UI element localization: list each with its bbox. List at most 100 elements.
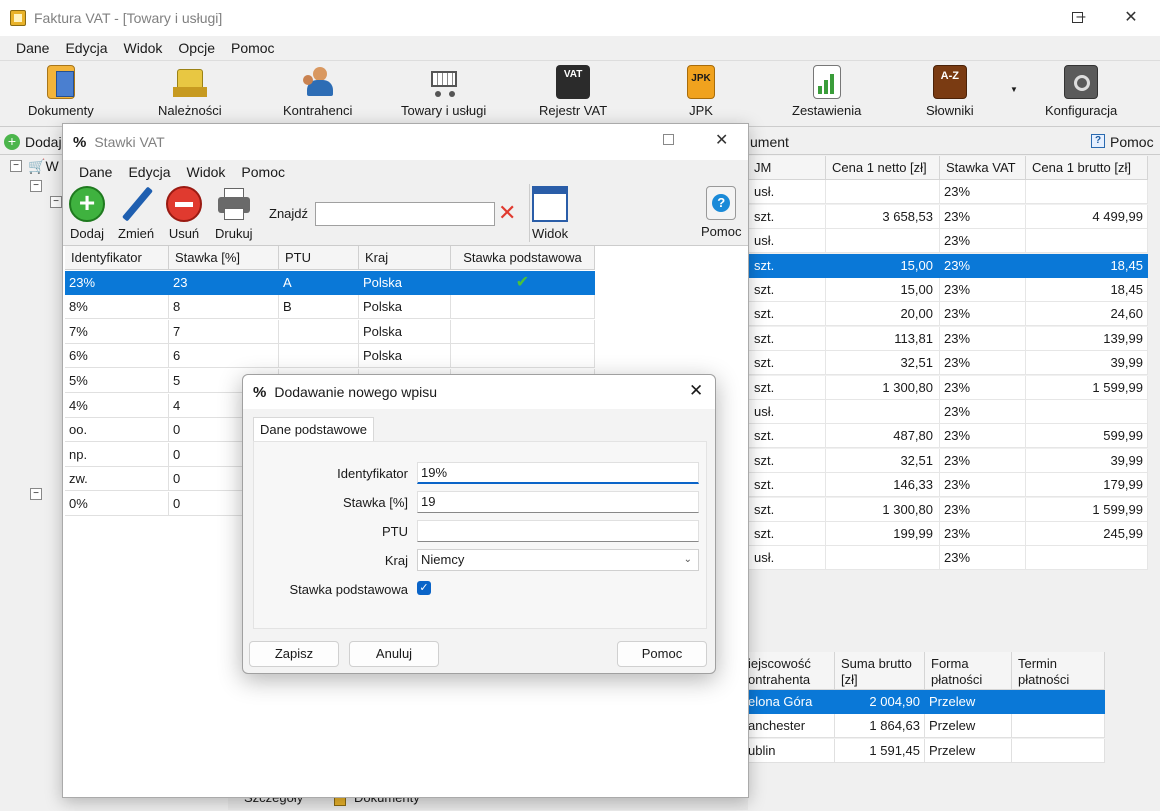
menu-pomoc[interactable]: Pomoc [233, 164, 293, 180]
toolbar-dokumenty[interactable]: Dokumenty [28, 65, 94, 118]
table-row[interactable]: szt. 20,00 23% 24,60 [748, 302, 1148, 327]
table-row[interactable]: 23% 23 A Polska ✔ [65, 270, 595, 295]
cell-miejscowosc: elona Góra [748, 690, 835, 714]
document-button-label[interactable]: ument [750, 134, 789, 150]
cell-stawka: 23% [940, 302, 1026, 327]
menu-pomoc[interactable]: Pomoc [223, 40, 283, 56]
cell-jm: szt. [748, 302, 826, 327]
dialog-title-bar: % Dodawanie nowego wpisu ✕ [243, 375, 715, 409]
close-button[interactable]: ✕ [715, 130, 728, 150]
table-row[interactable]: usł. 23% [748, 400, 1148, 424]
kraj-select[interactable]: Niemcy ⌄ [417, 549, 699, 571]
column-header-netto[interactable]: Cena 1 netto [zł] [826, 156, 940, 180]
table-row[interactable]: szt. 146,33 23% 179,99 [748, 473, 1148, 498]
cell-jm: usł. [748, 180, 826, 205]
table-row[interactable]: szt. 15,00 23% 18,45 [748, 253, 1148, 278]
table-row[interactable]: szt. 199,99 23% 245,99 [748, 522, 1148, 546]
tree-expander[interactable]: − [30, 180, 42, 192]
cell-brutto [1026, 546, 1148, 571]
table-row[interactable]: 7% 7 Polska [65, 319, 595, 344]
table-row[interactable]: szt. 1 300,80 23% 1 599,99 [748, 497, 1148, 522]
drukuj-button[interactable]: Drukuj [215, 186, 253, 241]
column-header-identyfikator[interactable]: Identyfikator [65, 246, 169, 270]
column-header-suma[interactable]: Suma brutto [zł] [835, 652, 925, 690]
menu-widok[interactable]: Widok [179, 164, 234, 180]
menu-widok[interactable]: Widok [116, 40, 171, 56]
cell-brutto [1026, 229, 1148, 254]
find-input[interactable] [315, 202, 495, 226]
column-header-miejscowosc[interactable]: iejscowość ontrahenta [748, 652, 835, 690]
toolbar-kontrahenci[interactable]: Kontrahenci [283, 65, 352, 118]
table-row[interactable]: usł. 23% [748, 180, 1148, 205]
tree-root[interactable]: 🛒W [28, 158, 59, 175]
percent-icon: % [73, 133, 87, 151]
tree-expander[interactable]: − [10, 160, 22, 172]
cell-stawka: 7 [169, 319, 279, 344]
toolbar-slowniki[interactable]: A-Z Słowniki [926, 65, 974, 118]
cell-jm: usł. [748, 229, 826, 254]
toolbar-rejestr-vat[interactable]: VAT Rejestr VAT [539, 65, 607, 118]
column-header-brutto[interactable]: Cena 1 brutto [zł] [1026, 156, 1148, 180]
column-header-stawka[interactable]: Stawka VAT [940, 156, 1026, 180]
table-row[interactable]: szt. 113,81 23% 139,99 [748, 326, 1148, 351]
column-header-stawka[interactable]: Stawka [%] [169, 246, 279, 270]
table-row[interactable]: usł. 23% [748, 229, 1148, 254]
identyfikator-input[interactable]: 19% [417, 462, 699, 484]
pomoc-button[interactable]: ? Pomoc [701, 186, 741, 239]
cell-identyfikator: np. [65, 442, 169, 467]
cell-netto: 32,51 [826, 448, 940, 473]
close-button[interactable]: ✕ [1108, 0, 1154, 34]
toolbar-konfiguracja[interactable]: Konfiguracja [1045, 65, 1117, 118]
tree-expander[interactable]: − [50, 196, 62, 208]
menu-dane[interactable]: Dane [0, 40, 57, 56]
stawka-podstawowa-checkbox[interactable]: ✓ [417, 581, 431, 595]
toolbar-jpk[interactable]: JPK JPK [687, 65, 715, 118]
stawka-input[interactable]: 19 [417, 491, 699, 513]
table-row[interactable]: szt. 15,00 23% 18,45 [748, 278, 1148, 302]
maximize-button[interactable] [663, 134, 674, 145]
tree-expander[interactable]: − [30, 488, 42, 500]
table-row[interactable]: szt. 3 658,53 23% 4 499,99 [748, 204, 1148, 229]
pomoc-button[interactable]: Pomoc [617, 641, 707, 667]
toolbar-naleznosci[interactable]: Należności [158, 65, 222, 118]
tab-dane-podstawowe[interactable]: Dane podstawowe [253, 417, 374, 441]
dodaj-button[interactable]: + Dodaj [69, 186, 105, 241]
column-header-termin[interactable]: Termin płatności [1012, 652, 1105, 690]
table-row[interactable]: usł. 23% [748, 546, 1148, 571]
column-header-jm[interactable]: JM [748, 156, 826, 180]
toolbar-zestawienia[interactable]: Zestawienia [792, 65, 861, 118]
table-row[interactable]: szt. 487,80 23% 599,99 [748, 424, 1148, 449]
menu-dane[interactable]: Dane [63, 164, 120, 180]
ptu-input[interactable] [417, 520, 699, 542]
table-row[interactable]: szt. 32,51 23% 39,99 [748, 448, 1148, 473]
menu-opcje[interactable]: Opcje [170, 40, 223, 56]
anuluj-button[interactable]: Anuluj [349, 641, 439, 667]
column-header-forma[interactable]: Forma płatności [925, 652, 1012, 690]
help-icon: ? [1091, 134, 1105, 148]
dialog-close-button[interactable]: ✕ [689, 381, 703, 401]
dropdown-arrow-icon[interactable]: ▼ [1010, 85, 1018, 94]
table-row[interactable]: 6% 6 Polska [65, 344, 595, 369]
help-button[interactable]: Pomoc [1110, 134, 1154, 150]
table-row[interactable]: szt. 1 300,80 23% 1 599,99 [748, 375, 1148, 400]
add-button[interactable]: Dodaj [25, 134, 62, 150]
menu-edycja[interactable]: Edycja [57, 40, 115, 56]
clear-find-icon[interactable]: ✕ [498, 200, 516, 226]
menu-edycja[interactable]: Edycja [120, 164, 178, 180]
table-row[interactable]: 8% 8 B Polska [65, 295, 595, 320]
maximize-button[interactable] [1054, 0, 1100, 34]
zapisz-button[interactable]: Zapisz [249, 641, 339, 667]
widok-button[interactable]: Widok [532, 186, 568, 241]
usun-button[interactable]: Usuń [166, 186, 202, 241]
column-header-ptu[interactable]: PTU [279, 246, 359, 270]
cart-icon: 🛒 [28, 158, 46, 174]
cell-jm: szt. [748, 351, 826, 376]
column-header-stawka-podstawowa[interactable]: Stawka podstawowa [451, 246, 595, 270]
zmien-button[interactable]: Zmień [118, 186, 154, 241]
cell-jm: szt. [748, 497, 826, 522]
cell-netto: 1 300,80 [826, 497, 940, 522]
cell-stawka: 23% [940, 278, 1026, 302]
column-header-kraj[interactable]: Kraj [359, 246, 451, 270]
table-row[interactable]: szt. 32,51 23% 39,99 [748, 351, 1148, 376]
toolbar-towary[interactable]: Towary i usługi [401, 65, 486, 118]
